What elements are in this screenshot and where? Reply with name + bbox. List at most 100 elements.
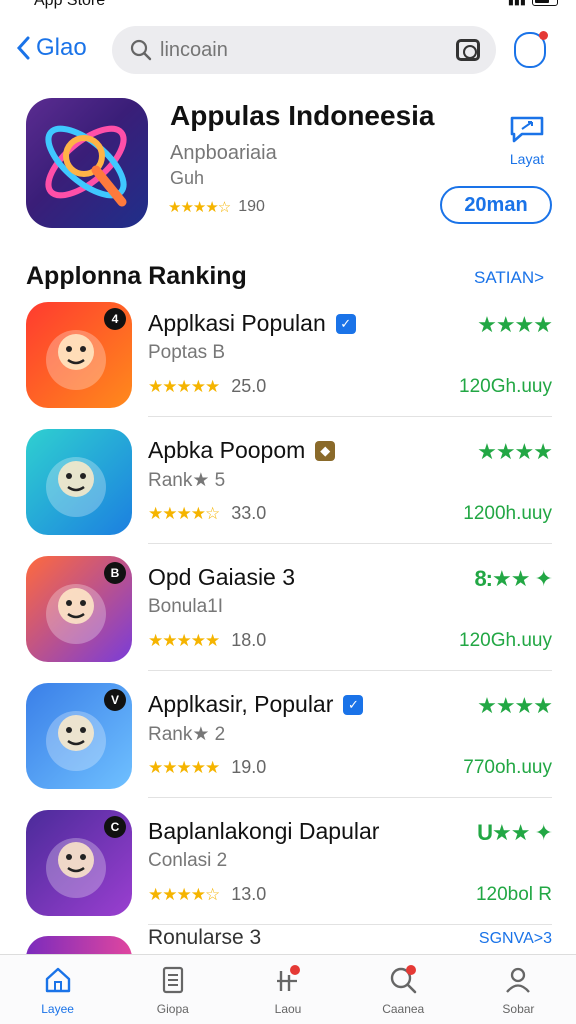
app-subtitle: Rank★ 2 xyxy=(148,724,226,745)
download-count: 120bol R xyxy=(475,884,552,905)
search-bar[interactable] xyxy=(112,26,496,74)
divider xyxy=(148,670,552,671)
notification-badge xyxy=(405,965,416,975)
divider xyxy=(148,543,552,544)
share-icon xyxy=(510,116,544,143)
rating-value: 18.0 xyxy=(231,630,267,650)
see-all-link[interactable]: SATIAN> xyxy=(474,268,544,288)
tab-label: Sobar xyxy=(502,1002,535,1016)
girl-avatar-icon: V xyxy=(26,683,132,789)
divider xyxy=(148,416,552,417)
rank-stars: ★★★★ xyxy=(477,439,553,464)
app-rating: ★★★★★ 25.0 xyxy=(148,376,266,397)
app-name-row: Apbka Poopom ◆ xyxy=(148,437,336,464)
signal-icon: ▮▮▮ xyxy=(507,0,526,7)
featured-app: Appulas Indoneesia Anpboariaia Guh ★★★★☆… xyxy=(0,98,576,238)
home-icon xyxy=(43,967,73,999)
rank-stars: U★★ ✦ xyxy=(477,820,553,845)
download-count: 770oh.uuy xyxy=(463,757,552,778)
rank-badge: 4 xyxy=(104,308,126,330)
status-icons: ▮▮▮ xyxy=(508,0,558,7)
rank-badge: B xyxy=(104,562,126,584)
star-rating-icon: ★★★★☆ xyxy=(168,199,231,216)
download-count: 1200h.uuy xyxy=(463,503,552,524)
featured-rating: ★★★★☆ 190 xyxy=(168,198,265,216)
app-subtitle: Bonula1I xyxy=(148,596,224,617)
search-input[interactable] xyxy=(160,36,440,64)
app-name: Opd Gaiasie 3 xyxy=(148,564,296,590)
row-link[interactable]: SGNVA>3 xyxy=(479,930,552,948)
rocket-icon xyxy=(26,429,132,535)
verified-badge-icon: ✓ xyxy=(335,313,356,334)
featured-app-title: Appulas Indoneesia xyxy=(170,100,435,131)
section-title: Applonna Ranking xyxy=(26,262,247,290)
divider xyxy=(148,797,552,798)
app-name: Baplanlakongi Dapular xyxy=(148,818,380,844)
download-count: 120Gh.uuy xyxy=(459,630,552,651)
chart-icon xyxy=(273,971,303,999)
app-name: Ronularse 3 xyxy=(148,926,262,949)
orbit-logo-icon xyxy=(45,125,127,207)
verified-badge-icon: ◆ xyxy=(315,440,336,461)
app-rating: ★★★★★ 18.0 xyxy=(148,630,266,651)
star-rating-icon: ★★★★★ xyxy=(148,757,220,777)
tab-person[interactable]: Sobar xyxy=(461,955,576,1024)
tab-label: Layee xyxy=(41,1002,74,1016)
document-icon xyxy=(158,966,188,999)
app-name: Apbka Poopom xyxy=(148,437,306,463)
list-item[interactable]: B Opd Gaiasie 3 Bonula1I ★★★★★ 18.0 8:★★… xyxy=(0,554,576,680)
search-icon xyxy=(388,967,418,999)
share-button[interactable]: Layat xyxy=(508,114,546,167)
tab-document[interactable]: Giopa xyxy=(115,955,230,1024)
tab-bar: Layee Giopa Laou Caanea Sobar xyxy=(0,954,576,1024)
rocket-ship-icon: B xyxy=(26,556,132,662)
star-rating-icon: ★★★★★ xyxy=(148,630,220,650)
list-item[interactable]: 4 Applkasi Populan ✓ Poptas B ★★★★★ 25.0 … xyxy=(0,300,576,426)
download-count: 120Gh.uuy xyxy=(459,376,552,397)
star-rating-icon: ★★★★☆ xyxy=(148,884,220,904)
app-rating: ★★★★★ 19.0 xyxy=(148,757,266,778)
rating-value: 33.0 xyxy=(231,503,267,523)
dog-mascot-icon: 4 xyxy=(26,302,132,408)
carrier-label: App Store xyxy=(34,0,106,9)
app-rating: ★★★★☆ 13.0 xyxy=(148,884,266,905)
status-bar: App Store ▮▮▮ xyxy=(0,0,576,12)
rating-value: 13.0 xyxy=(231,884,267,904)
chevron-left-icon xyxy=(16,36,30,60)
app-name-row: Applkasir, Popular ✓ xyxy=(148,691,364,718)
rank-stars: ★★★★ xyxy=(477,312,553,337)
camera-icon[interactable] xyxy=(456,39,480,61)
search-icon xyxy=(130,39,152,61)
app-subtitle: Rank★ 5 xyxy=(148,470,226,491)
divider xyxy=(148,924,552,925)
top-bar: Glao xyxy=(0,24,576,76)
rank-stars: 8:★★ ✦ xyxy=(474,566,553,591)
rating-value: 19.0 xyxy=(231,757,267,777)
back-label: Glao xyxy=(36,34,87,61)
profile-icon[interactable] xyxy=(514,31,548,68)
featured-rating-count: 190 xyxy=(238,198,265,215)
back-button[interactable]: Glao xyxy=(16,34,87,62)
battery-icon xyxy=(532,0,558,6)
tab-home[interactable]: Layee xyxy=(0,955,115,1024)
list-item-partial[interactable]: Ronularse 3 SGNVA>3 xyxy=(0,926,576,966)
list-item[interactable]: V Applkasir, Popular ✓ Rank★ 2 ★★★★★ 19.0… xyxy=(0,681,576,807)
rank-stars: ★★★★ xyxy=(477,693,553,718)
star-rating-icon: ★★★★★ xyxy=(148,376,220,396)
tab-search[interactable]: Caanea xyxy=(346,955,461,1024)
list-item[interactable]: Apbka Poopom ◆ Rank★ 5 ★★★★☆ 33.0 ★★★★ 12… xyxy=(0,427,576,553)
app-subtitle: Poptas B xyxy=(148,342,226,363)
featured-app-icon[interactable] xyxy=(26,98,148,228)
rank-badge: V xyxy=(104,689,126,711)
app-name: Applkasi Populan xyxy=(148,310,326,336)
app-name-row: Opd Gaiasie 3 xyxy=(148,564,295,591)
get-button[interactable]: 20man xyxy=(440,186,552,224)
app-name: Applkasir, Popular xyxy=(148,691,334,717)
tab-chart[interactable]: Laou xyxy=(230,955,345,1024)
share-label: Layat xyxy=(509,151,545,167)
list-item[interactable]: C Baplanlakongi Dapular Conlasi 2 ★★★★☆ … xyxy=(0,808,576,934)
rating-value: 25.0 xyxy=(231,376,267,396)
tab-label: Laou xyxy=(274,1002,302,1016)
app-name-row: Baplanlakongi Dapular xyxy=(148,818,379,845)
app-subtitle: Conlasi 2 xyxy=(148,850,228,871)
